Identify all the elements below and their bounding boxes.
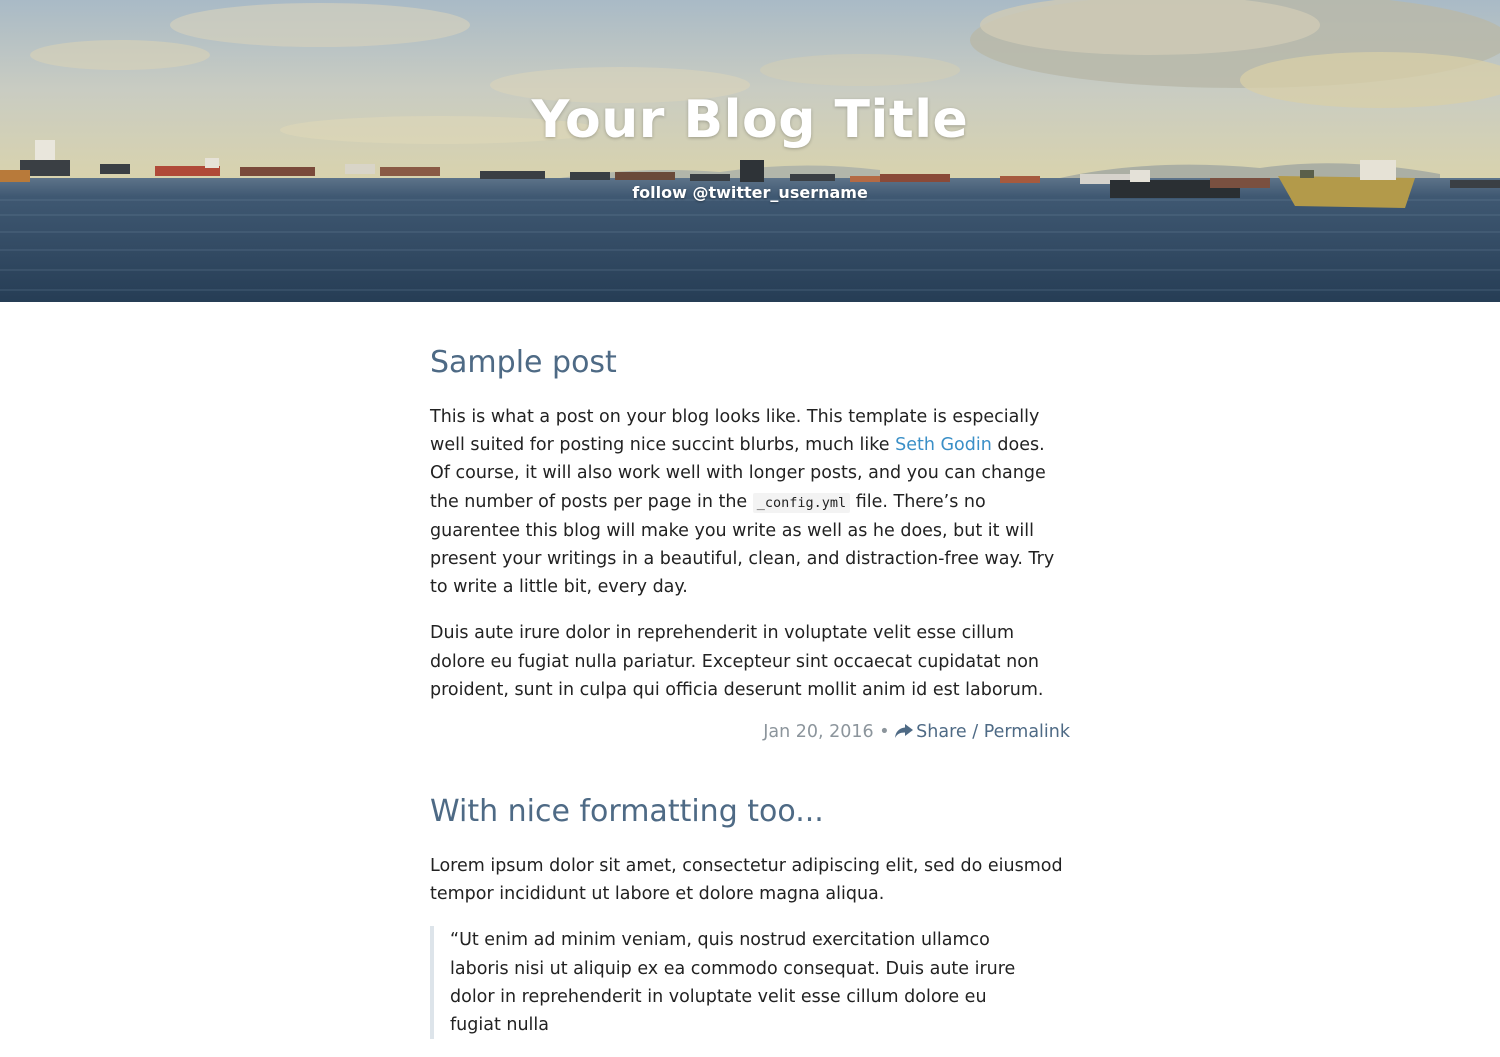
- seth-godin-link[interactable]: Seth Godin: [895, 435, 992, 455]
- inline-code: _config.yml: [752, 492, 851, 513]
- post-paragraph: Lorem ipsum dolor sit amet, consectetur …: [430, 856, 1063, 905]
- meta-separator: •: [879, 722, 890, 743]
- post-paragraph: Duis aute irure dolor in reprehenderit i…: [430, 623, 1044, 700]
- post-paragraph: This is what a post on your blog looks l…: [430, 403, 1070, 601]
- header-hero: Your Blog Title follow @twitter_username: [0, 0, 1500, 302]
- share-icon: [895, 724, 914, 739]
- header-background-image: [0, 0, 1500, 302]
- post-body: Lorem ipsum dolor sit amet, consectetur …: [430, 852, 1070, 1040]
- post-nice-formatting: With nice formatting too... Lorem ipsum …: [430, 794, 1070, 1040]
- post-blockquote: “Ut enim ad minim veniam, quis nostrud e…: [430, 926, 1020, 1040]
- post-title[interactable]: With nice formatting too...: [430, 794, 1070, 830]
- post-body: This is what a post on your blog looks l…: [430, 403, 1070, 704]
- blockquote-text: “Ut enim ad minim veniam, quis nostrud e…: [450, 930, 1016, 1036]
- post-sample-post: Sample post This is what a post on your …: [430, 345, 1070, 742]
- posts-list: Sample post This is what a post on your …: [430, 345, 1070, 1057]
- twitter-follow-link[interactable]: follow @twitter_username: [0, 183, 1500, 202]
- post-meta: Jan 20, 2016 • Share / Permalink: [430, 722, 1070, 742]
- post-title[interactable]: Sample post: [430, 345, 1070, 381]
- share-permalink-link[interactable]: Share / Permalink: [895, 722, 1070, 742]
- blog-title[interactable]: Your Blog Title: [0, 90, 1500, 150]
- share-permalink-label: Share / Permalink: [916, 722, 1070, 743]
- post-date: Jan 20, 2016: [763, 722, 874, 743]
